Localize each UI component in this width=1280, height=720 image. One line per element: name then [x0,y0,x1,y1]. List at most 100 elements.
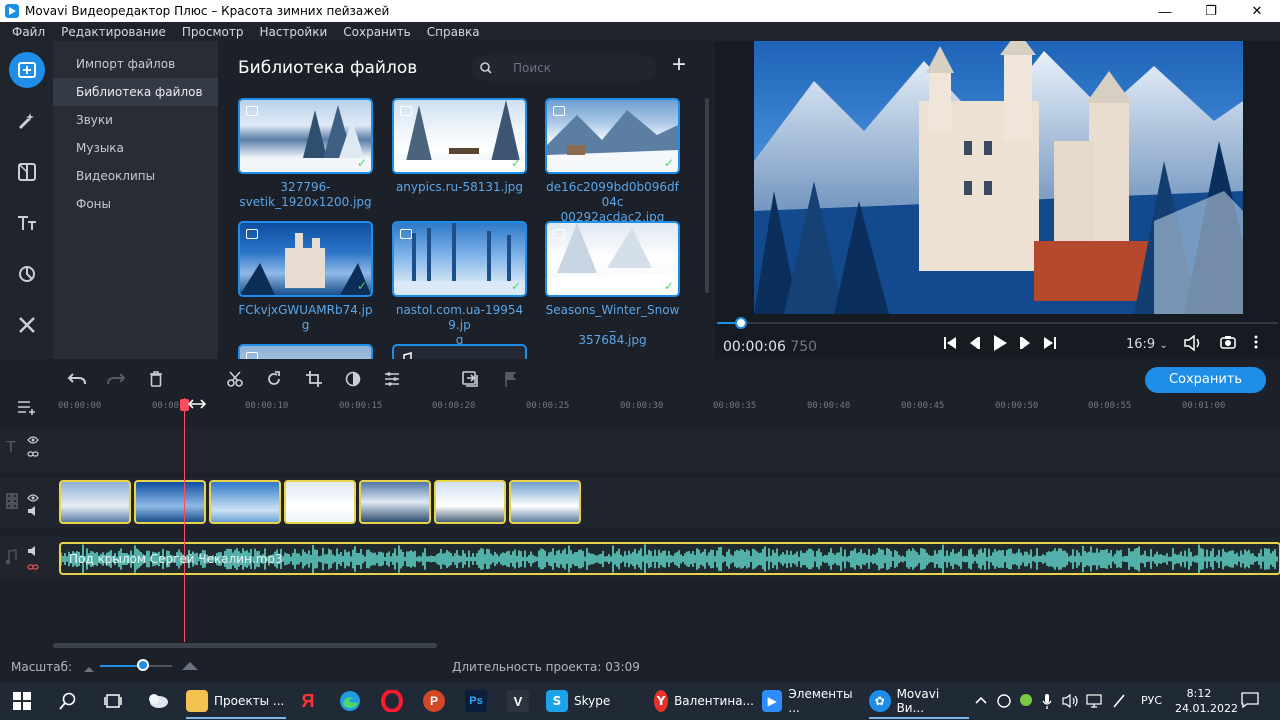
menu-edit[interactable]: Редактирование [53,25,174,39]
preview-progress-knob[interactable] [735,317,748,329]
rotate-icon[interactable] [264,369,284,389]
library-file[interactable]: ✓ de16c2099bd0b096df04c 00292acdac2.jpg [545,98,680,225]
previous-frame-icon[interactable] [967,335,981,351]
microphone-icon[interactable] [1042,693,1052,712]
tray-app-icon[interactable] [997,694,1011,711]
redo-icon[interactable] [106,369,126,389]
text-track[interactable]: T [0,427,1280,473]
library-file[interactable]: ✓ anypics.ru-58131.jpg [392,98,527,195]
nav-sounds[interactable]: Звуки [53,106,218,134]
next-frame-icon[interactable] [1019,335,1033,351]
taskbar-app-projects[interactable]: Проекты ... [186,683,286,719]
save-button[interactable]: Сохранить [1145,367,1266,393]
nav-file-library[interactable]: Библиотека файлов [53,78,218,106]
skip-to-end-icon[interactable] [1043,335,1057,351]
taskbar-app-movavi[interactable]: ✿ Movavi Ви... [869,683,969,719]
clip-properties-icon[interactable] [382,369,402,389]
notifications-icon[interactable] [1241,692,1259,711]
insert-media-icon[interactable] [461,369,481,389]
add-track-icon[interactable] [17,399,37,418]
audio-clip[interactable]: Под крылом Сергей Чекалин.mp3 [59,542,1280,575]
video-clip[interactable] [134,480,206,524]
video-clip[interactable] [434,480,506,524]
nav-backgrounds[interactable]: Фоны [53,190,218,218]
pen-icon[interactable] [1112,693,1126,712]
nav-music[interactable]: Музыка [53,134,218,162]
link-icon[interactable] [27,447,39,461]
menu-settings[interactable]: Настройки [251,25,335,39]
weather-icon[interactable] [146,689,170,713]
menu-file[interactable]: Файл [4,25,53,39]
zoom-out-icon[interactable] [84,661,94,675]
transitions-icon[interactable] [9,154,45,190]
library-file[interactable]: ✓ 327796- svetik_1920x1200.jpg [238,98,373,210]
tools-icon[interactable] [9,307,45,343]
snapshot-icon[interactable] [1220,335,1236,354]
zoom-in-icon[interactable] [182,659,198,673]
import-icon[interactable] [9,52,45,88]
nav-import-files[interactable]: Импорт файлов [53,50,218,78]
speaker-icon[interactable] [1062,693,1078,711]
play-icon[interactable] [991,335,1009,351]
visibility-eye-icon[interactable] [27,491,39,505]
color-adjust-icon[interactable] [343,369,363,389]
taskbar-app-skype[interactable]: S Skype [546,683,646,719]
visibility-eye-icon[interactable] [27,433,39,447]
search-input[interactable] [513,61,653,75]
marker-flag-icon[interactable] [501,369,521,389]
video-clip[interactable] [59,480,131,524]
edge-icon[interactable] [338,689,362,713]
yandex-icon[interactable]: Я [296,689,320,713]
add-files-icon[interactable]: + [668,53,690,77]
photoshop-icon[interactable]: Ps [464,689,488,713]
close-button[interactable]: ✕ [1234,0,1280,22]
network-icon[interactable] [1086,694,1102,711]
library-file[interactable]: ✓ FCkvjxGWUAMRb74.jpg [238,221,373,333]
library-file[interactable]: ✓ Seasons_Winter_Snow_ 357684.jpg [545,221,680,348]
windows-start-icon[interactable] [10,689,34,713]
titles-icon[interactable] [9,205,45,241]
filters-icon[interactable] [9,256,45,292]
video-clip[interactable] [284,480,356,524]
volume-icon[interactable] [1184,334,1202,354]
library-scrollbar[interactable] [705,98,709,293]
tray-chevron-icon[interactable] [975,694,987,708]
mute-track-icon[interactable] [27,505,39,519]
undo-icon[interactable] [67,369,87,389]
menu-help[interactable]: Справка [419,25,488,39]
tray-security-icon[interactable] [1019,693,1033,710]
library-file[interactable]: ✓ nastol.com.ua-199549.jp g [392,221,527,348]
preview-progress-bar[interactable] [717,317,1278,329]
powerpoint-icon[interactable]: P [422,689,446,713]
library-file[interactable] [238,344,373,359]
library-file[interactable] [392,344,527,359]
nav-video-clips[interactable]: Видеоклипы [53,162,218,190]
crop-icon[interactable] [304,369,324,389]
input-language[interactable]: РУС [1141,694,1162,707]
magic-wand-icon[interactable] [9,103,45,139]
opera-icon[interactable] [380,689,404,713]
video-clip[interactable] [359,480,431,524]
system-clock[interactable]: 8:12 24.01.2022 [1175,686,1238,716]
cut-icon[interactable] [225,369,245,389]
aspect-ratio-select[interactable]: 16:9 ⌄ [1126,337,1168,352]
zoom-slider-knob[interactable] [137,659,150,671]
video-clip[interactable] [509,480,581,524]
search-icon[interactable] [56,689,80,713]
minimize-button[interactable]: — [1142,0,1188,22]
volume-icon[interactable] [27,545,39,559]
delete-icon[interactable] [146,369,166,389]
menu-view[interactable]: Просмотр [174,25,252,39]
taskbar-app-zoom[interactable]: ▶ Элементы ... [762,683,862,719]
link-icon[interactable] [27,560,39,574]
task-view-icon[interactable] [101,689,125,713]
timeline-scrollbar[interactable] [53,643,437,648]
audio-track[interactable]: Под крылом Сергей Чекалин.mp3 [0,537,1280,581]
video-clip[interactable] [209,480,281,524]
video-track[interactable] [0,477,1280,529]
maximize-button[interactable]: ❐ [1188,0,1234,22]
taskbar-app-browser[interactable]: Y Валентина... [654,683,754,719]
vector-app-icon[interactable]: V [506,689,530,713]
skip-to-start-icon[interactable] [943,335,957,351]
playhead[interactable] [184,398,185,642]
